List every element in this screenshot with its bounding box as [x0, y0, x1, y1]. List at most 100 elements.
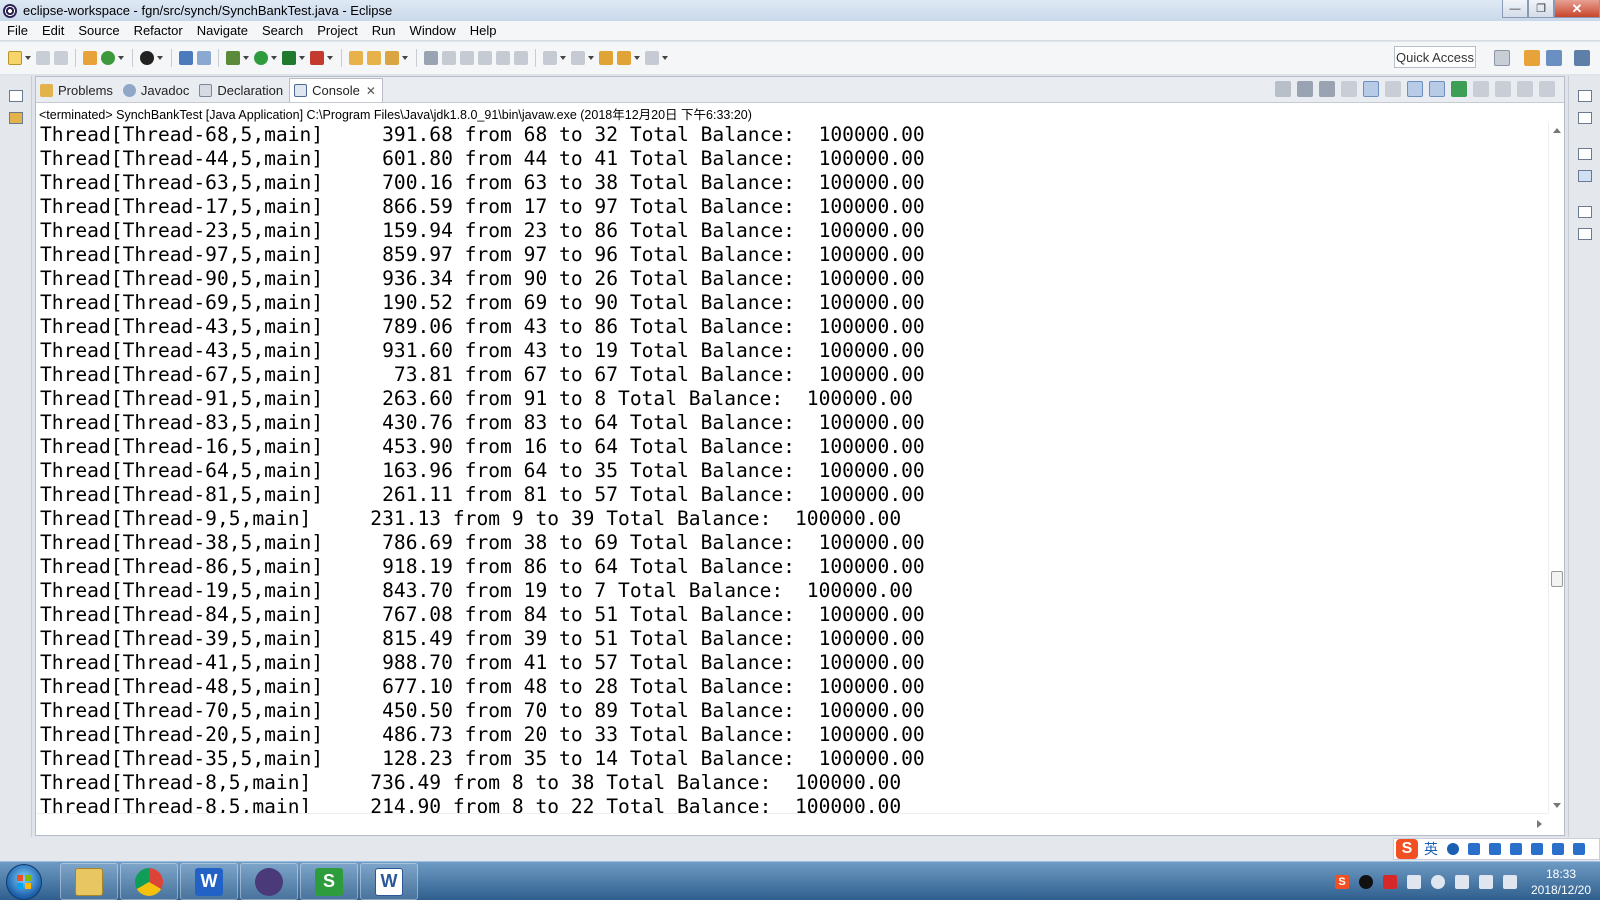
taskbar-app-eclipse[interactable]: [240, 863, 298, 900]
remove-all-terminated-icon[interactable]: [1319, 81, 1335, 97]
taskbar-app-chrome[interactable]: [120, 863, 178, 900]
sogou-tray-icon[interactable]: S: [1335, 874, 1349, 889]
taskbar-app-explorer[interactable]: [60, 863, 118, 900]
taskbar-app-word[interactable]: W: [360, 863, 418, 900]
open-perspective-icon[interactable]: [1494, 50, 1510, 66]
minimize-view-icon[interactable]: [1517, 81, 1533, 97]
save-icon[interactable]: [36, 51, 50, 65]
outline-icon[interactable]: [1578, 112, 1592, 124]
skin-icon[interactable]: [1552, 843, 1564, 855]
keyboard-icon[interactable]: [1510, 843, 1522, 855]
restore-icon[interactable]: [9, 90, 23, 102]
previous-annotation-icon[interactable]: [571, 51, 585, 65]
user-icon[interactable]: [1531, 843, 1543, 855]
refresh-icon[interactable]: [101, 51, 115, 65]
moon-icon[interactable]: [1447, 843, 1459, 855]
toggle-block-selection-icon[interactable]: [442, 51, 456, 65]
menu-file[interactable]: File: [0, 23, 35, 38]
external-tools-icon[interactable]: [310, 51, 324, 65]
microphone-icon[interactable]: [1489, 843, 1501, 855]
back-icon[interactable]: [617, 51, 631, 65]
next-annotation-dropdown-icon[interactable]: [560, 56, 566, 60]
skip-breakpoints-icon[interactable]: [197, 51, 211, 65]
open-console-icon[interactable]: [1495, 81, 1511, 97]
punctuation-icon[interactable]: [1468, 843, 1480, 855]
close-button[interactable]: ✕: [1554, 0, 1600, 18]
open-type-icon[interactable]: [349, 51, 363, 65]
toggle-mark-occurrences-icon[interactable]: [424, 51, 438, 65]
menu-project[interactable]: Project: [310, 23, 364, 38]
pin-console-icon[interactable]: [1451, 81, 1467, 97]
next-annotation-icon[interactable]: [543, 51, 557, 65]
java-ee-perspective-icon[interactable]: [1524, 50, 1540, 66]
run-dropdown-icon[interactable]: [271, 56, 277, 60]
tab-declaration[interactable]: Declaration: [195, 78, 289, 102]
servers-icon[interactable]: [1578, 228, 1592, 240]
snowflake-icon[interactable]: [1431, 874, 1445, 889]
menu-source[interactable]: Source: [71, 23, 126, 38]
flag-icon[interactable]: [1455, 874, 1469, 889]
last-edit-location-icon[interactable]: [599, 51, 613, 65]
back-dropdown-icon[interactable]: [634, 56, 640, 60]
java-perspective-icon[interactable]: [1574, 50, 1590, 66]
horizontal-scrollbar[interactable]: [36, 813, 1548, 835]
debug-config-dropdown-icon[interactable]: [157, 56, 163, 60]
external-tools-dropdown-icon[interactable]: [327, 56, 333, 60]
new-dropdown-icon[interactable]: [25, 56, 31, 60]
minimize-button[interactable]: —: [1502, 0, 1528, 18]
menu-search[interactable]: Search: [255, 23, 310, 38]
menu-window[interactable]: Window: [403, 23, 463, 38]
restore-icon[interactable]: [1578, 206, 1592, 218]
taskbar-app-wps-writer[interactable]: W: [180, 863, 238, 900]
open-task-icon[interactable]: [367, 51, 381, 65]
taskbar-app-wps-spreadsheet[interactable]: S: [300, 863, 358, 900]
menu-edit[interactable]: Edit: [35, 23, 71, 38]
tab-javadoc[interactable]: Javadoc: [119, 78, 195, 102]
close-tab-icon[interactable]: ✕: [366, 84, 376, 98]
restore-icon[interactable]: [1578, 90, 1592, 102]
terminate-icon[interactable]: [1275, 81, 1291, 97]
pilcrow-icon[interactable]: [514, 51, 528, 65]
qq-icon[interactable]: [1359, 874, 1373, 889]
coverage-icon[interactable]: [282, 51, 296, 65]
display-selected-console-icon[interactable]: [1473, 81, 1489, 97]
tray-app-icon[interactable]: [1407, 874, 1421, 889]
tab-console[interactable]: Console ✕: [289, 78, 383, 102]
volume-icon[interactable]: [1503, 874, 1517, 889]
clear-console-icon[interactable]: [1341, 81, 1357, 97]
run-icon[interactable]: [254, 51, 268, 65]
clock[interactable]: 18:33 2018/12/20: [1522, 866, 1600, 898]
ime-mode[interactable]: 英: [1424, 839, 1438, 859]
forward-icon[interactable]: [645, 51, 659, 65]
coverage-dropdown-icon[interactable]: [299, 56, 305, 60]
remove-launch-icon[interactable]: [1297, 81, 1313, 97]
adobe-icon[interactable]: [1383, 874, 1397, 889]
sogou-logo-icon[interactable]: S: [1396, 839, 1418, 859]
previous-annotation-dropdown-icon[interactable]: [588, 56, 594, 60]
search-icon[interactable]: [385, 51, 399, 65]
debug-perspective-icon[interactable]: [1546, 50, 1562, 66]
task-list-icon[interactable]: [1578, 170, 1592, 182]
maximize-button[interactable]: ❐: [1528, 0, 1554, 18]
debug-dropdown-icon[interactable]: [243, 56, 249, 60]
vertical-scrollbar[interactable]: [1548, 123, 1564, 813]
quick-access-field[interactable]: Quick Access: [1394, 46, 1476, 68]
menu-refactor[interactable]: Refactor: [127, 23, 190, 38]
menu-run[interactable]: Run: [365, 23, 403, 38]
show-console-on-stdout-icon[interactable]: [1407, 81, 1423, 97]
tab-problems[interactable]: Problems: [36, 78, 119, 102]
package-explorer-icon[interactable]: [9, 112, 23, 124]
menu-navigate[interactable]: Navigate: [190, 23, 255, 38]
toggle-breadcrumb-icon[interactable]: [478, 51, 492, 65]
restore-icon[interactable]: [1578, 148, 1592, 160]
word-wrap-icon[interactable]: [1385, 81, 1401, 97]
debug-config-icon[interactable]: [140, 51, 154, 65]
scroll-right-icon[interactable]: [1537, 820, 1542, 828]
refresh-dropdown-icon[interactable]: [118, 56, 124, 60]
scroll-up-icon[interactable]: [1553, 128, 1561, 133]
show-whitespace-icon[interactable]: [460, 51, 474, 65]
scroll-thumb[interactable]: [1551, 571, 1563, 587]
debug-icon[interactable]: [226, 51, 240, 65]
scroll-lock-icon[interactable]: [1363, 81, 1379, 97]
new-java-package-icon[interactable]: [83, 51, 97, 65]
